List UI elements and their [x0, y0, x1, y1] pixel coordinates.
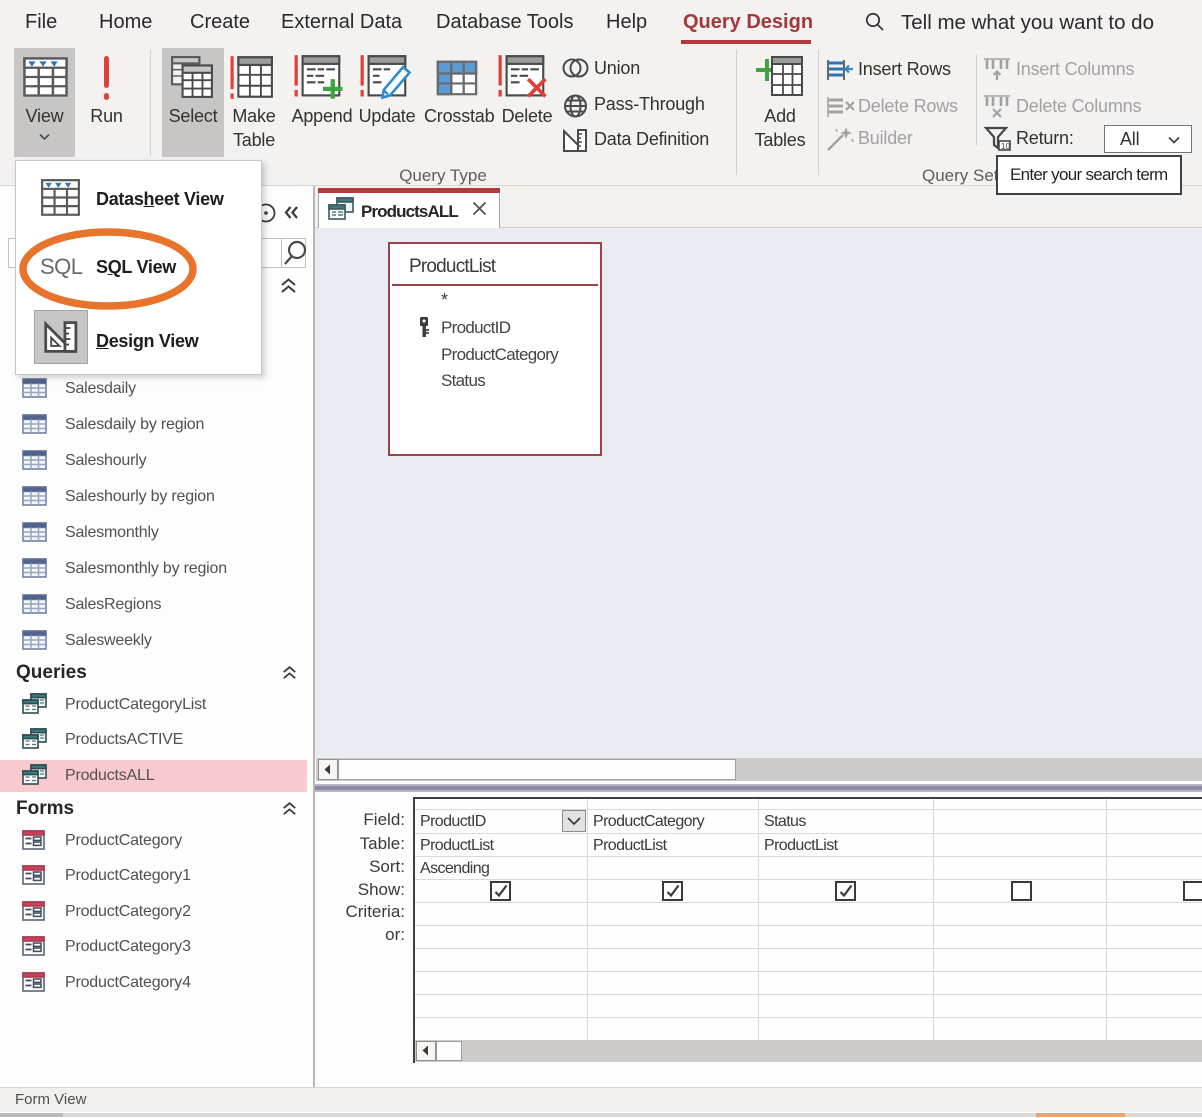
svg-text:10: 10	[1001, 142, 1010, 151]
